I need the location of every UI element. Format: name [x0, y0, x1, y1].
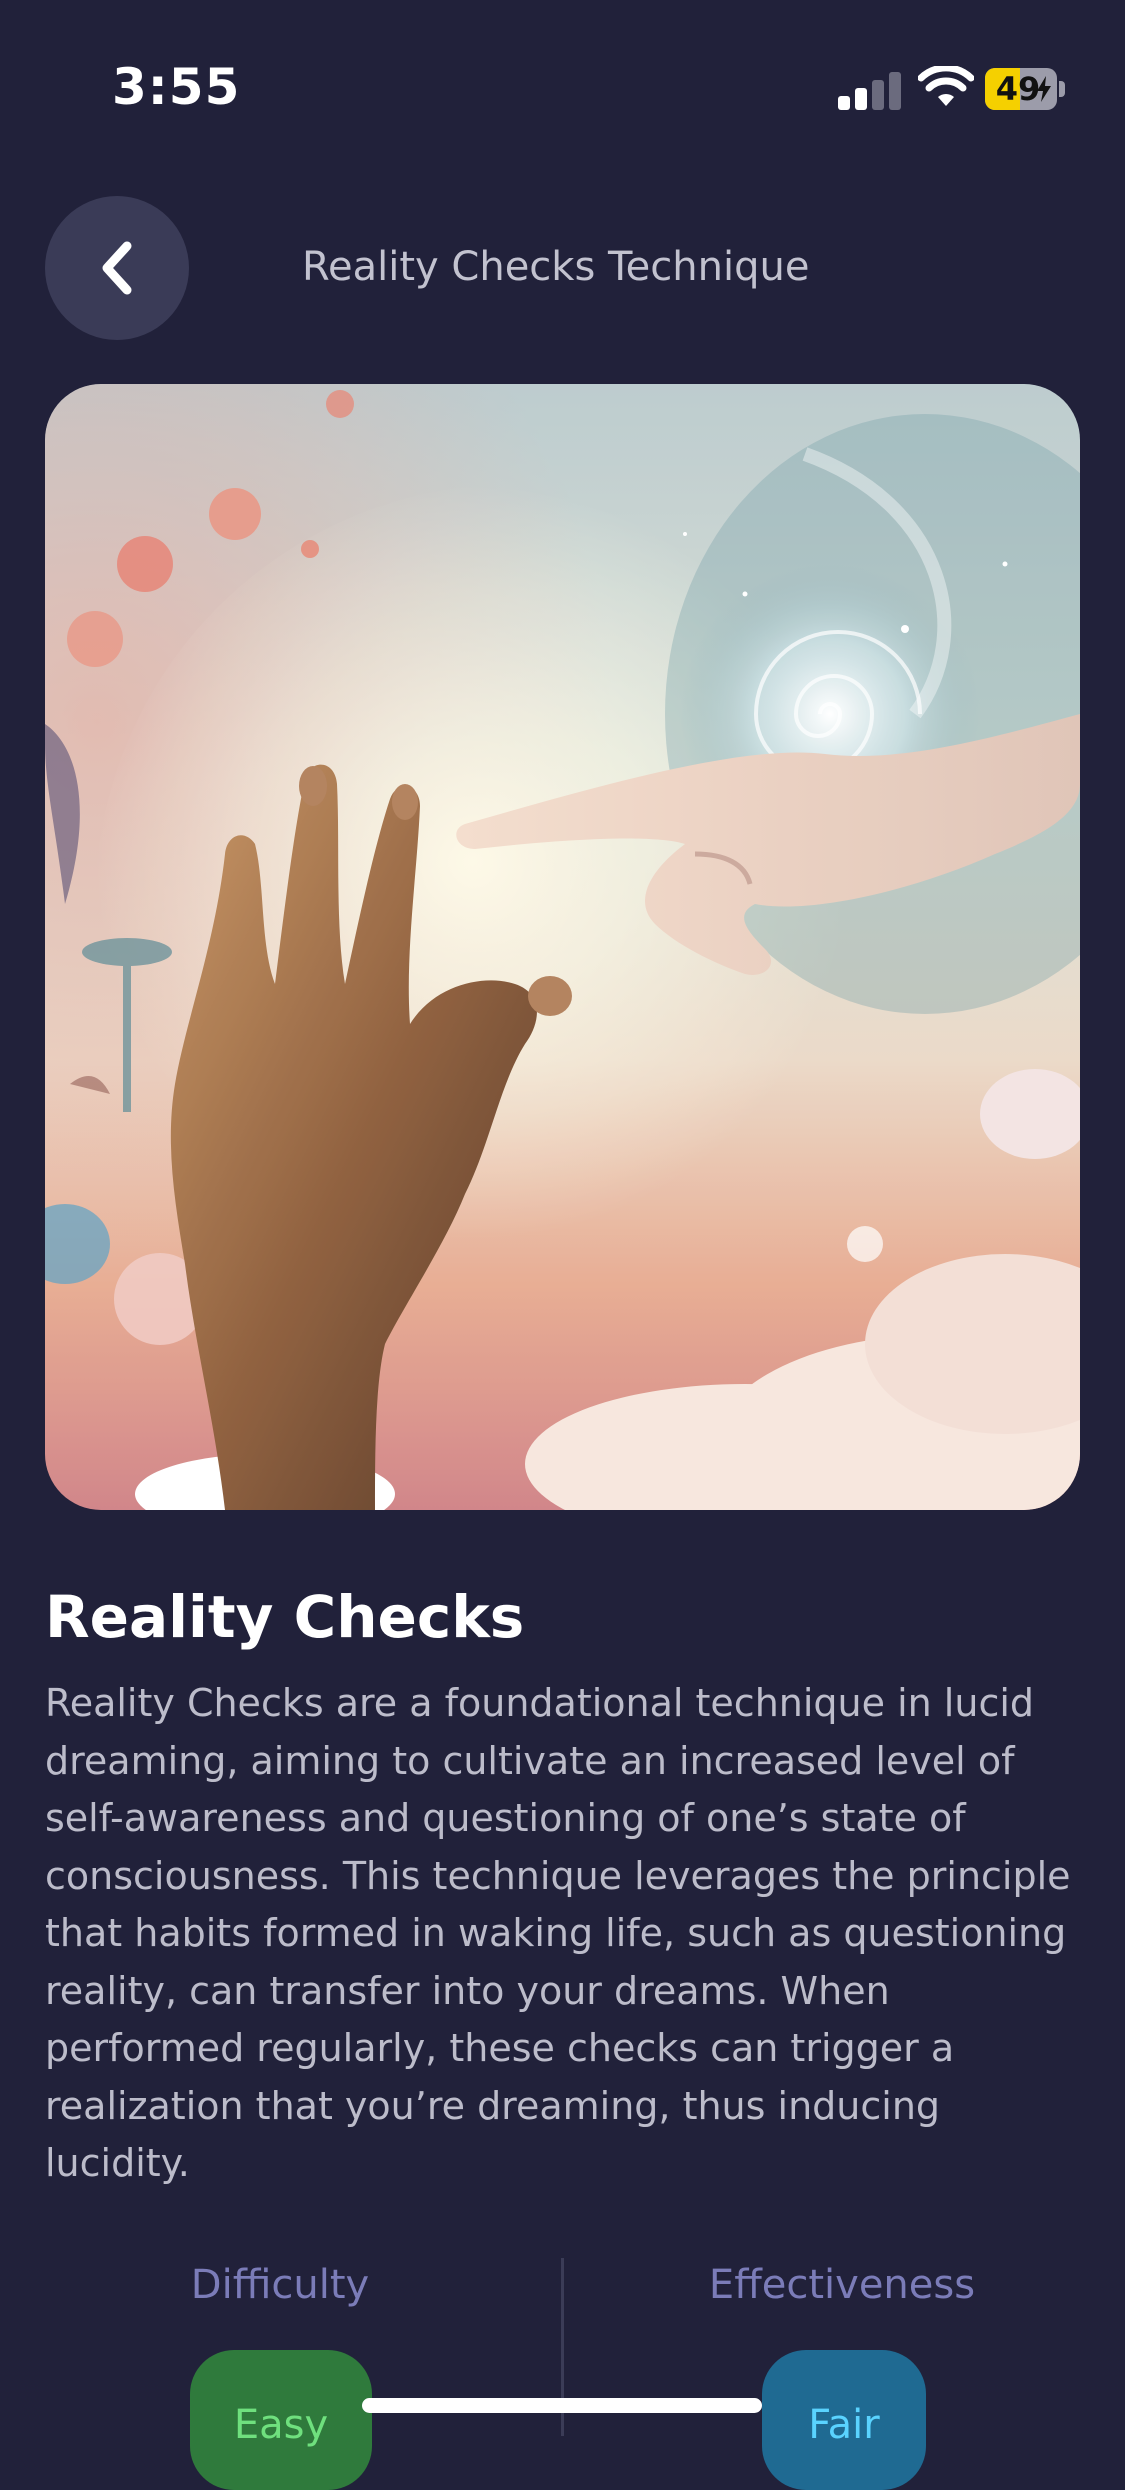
description-text: Reality Checks are a foundational techni…	[45, 1681, 1071, 2185]
wifi-icon	[917, 64, 975, 110]
battery-icon: 49	[985, 68, 1065, 110]
section-title: Reality Checks	[45, 1583, 525, 1651]
difficulty-label: Difficulty	[190, 2262, 370, 2308]
difficulty-badge: Easy	[190, 2350, 372, 2490]
effectiveness-label: Effectiveness	[708, 2262, 976, 2308]
home-indicator[interactable]	[362, 2398, 762, 2413]
hero-image	[45, 384, 1080, 1510]
page-title: Reality Checks Technique	[302, 244, 810, 290]
hands-reaching-artwork	[45, 384, 1080, 1510]
effectiveness-badge: Fair	[762, 2350, 926, 2490]
back-button[interactable]	[45, 196, 189, 340]
chevron-left-icon	[102, 241, 132, 295]
cellular-signal-icon	[838, 70, 902, 110]
status-time: 3:55	[112, 58, 241, 116]
status-bar: 3:55 49	[0, 0, 1125, 150]
charging-bolt-icon	[1037, 76, 1051, 102]
